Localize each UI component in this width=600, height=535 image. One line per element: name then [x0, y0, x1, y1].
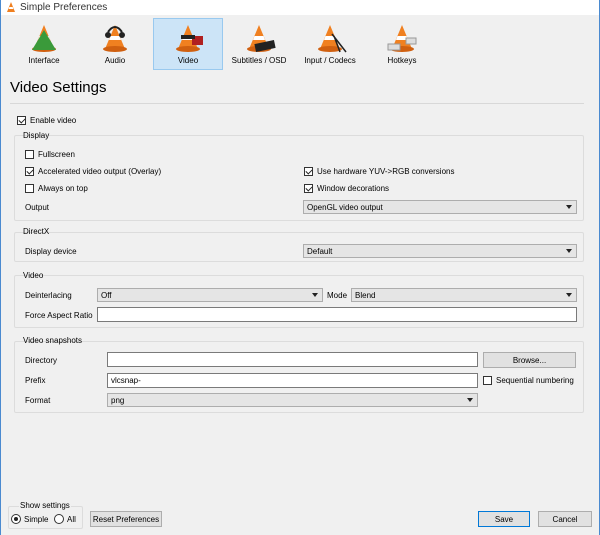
- mode-select[interactable]: Blend: [351, 288, 577, 302]
- checkbox-icon: [25, 150, 34, 159]
- browse-button[interactable]: Browse...: [483, 352, 576, 368]
- all-label: All: [67, 514, 76, 524]
- cancel-button[interactable]: Cancel: [538, 511, 592, 527]
- checkbox-icon: [304, 184, 313, 193]
- tab-video[interactable]: Video: [153, 18, 223, 70]
- prefix-value: vlcsnap-: [111, 376, 141, 385]
- checkbox-icon: [483, 376, 492, 385]
- directory-label: Directory: [25, 356, 58, 365]
- vlc-cone-input-codecs-icon: [318, 25, 347, 53]
- tab-hotkeys[interactable]: Hotkeys: [367, 18, 437, 70]
- mode-value: Blend: [355, 290, 376, 300]
- vlc-cone-subtitles-osd-icon: [247, 25, 276, 52]
- tab-subtitles-osd[interactable]: Subtitles / OSD: [224, 18, 294, 70]
- checkbox-icon: [304, 167, 313, 176]
- tab-label: Input / Codecs: [304, 56, 356, 65]
- directory-input[interactable]: [107, 352, 478, 367]
- sequential-numbering-checkbox[interactable]: Sequential numbering: [483, 376, 574, 385]
- vlc-cone-interface-icon: [32, 25, 56, 52]
- mode-label: Mode: [327, 291, 348, 300]
- chevron-down-icon: [467, 398, 473, 402]
- chevron-down-icon: [566, 293, 572, 297]
- tab-audio[interactable]: Audio: [80, 18, 150, 70]
- vlc-app-icon: [7, 2, 15, 12]
- radio-icon: [54, 514, 64, 524]
- deinterlacing-value: Off: [101, 290, 112, 300]
- tab-label: Audio: [104, 56, 126, 65]
- output-select[interactable]: OpenGL video output: [303, 200, 577, 214]
- reset-preferences-button[interactable]: Reset Preferences: [90, 511, 162, 527]
- divider: [10, 103, 584, 104]
- vlc-cone-audio-icon: [103, 25, 127, 52]
- tab-label: Video: [177, 56, 199, 65]
- window-decorations-label: Window decorations: [317, 184, 390, 193]
- tab-label: Hotkeys: [387, 56, 417, 65]
- window-title: Simple Preferences: [20, 1, 108, 13]
- deinterlacing-label: Deinterlacing: [25, 291, 72, 300]
- video-group-title: Video: [23, 271, 44, 280]
- vlc-cone-video-icon: [176, 25, 203, 52]
- chevron-down-icon: [566, 205, 572, 209]
- chevron-down-icon: [312, 293, 318, 297]
- snapshots-group-title: Video snapshots: [23, 336, 83, 345]
- fullscreen-label: Fullscreen: [38, 150, 75, 159]
- accelerated-output-checkbox[interactable]: Accelerated video output (Overlay): [25, 167, 161, 176]
- output-value: OpenGL video output: [307, 202, 383, 212]
- window-decorations-checkbox[interactable]: Window decorations: [304, 184, 389, 193]
- aspect-ratio-input[interactable]: [97, 307, 577, 322]
- always-on-top-label: Always on top: [38, 184, 88, 193]
- radio-icon: [11, 514, 21, 524]
- tab-interface[interactable]: Interface: [9, 18, 79, 70]
- always-on-top-checkbox[interactable]: Always on top: [25, 184, 88, 193]
- accelerated-label: Accelerated video output (Overlay): [38, 167, 162, 176]
- checkbox-icon: [17, 116, 26, 125]
- vlc-cone-hotkeys-icon: [387, 25, 417, 52]
- enable-video-label: Enable video: [30, 116, 77, 125]
- hw-yuv-checkbox[interactable]: Use hardware YUV->RGB conversions: [304, 167, 454, 176]
- all-radio[interactable]: All: [54, 514, 76, 524]
- title-bar: Simple Preferences: [1, 0, 599, 15]
- directx-group-title: DirectX: [23, 227, 50, 236]
- display-device-label: Display device: [25, 247, 77, 256]
- format-value: png: [111, 395, 125, 405]
- tab-input-codecs[interactable]: Input / Codecs: [295, 18, 365, 70]
- display-device-value: Default: [307, 246, 333, 256]
- page-title: Video Settings: [10, 79, 107, 96]
- checkbox-icon: [25, 167, 34, 176]
- prefix-label: Prefix: [25, 376, 46, 385]
- prefix-input[interactable]: vlcsnap-: [107, 373, 478, 388]
- deinterlacing-select[interactable]: Off: [97, 288, 323, 302]
- output-label: Output: [25, 203, 50, 212]
- display-group-title: Display: [23, 131, 50, 140]
- show-settings-title: Show settings: [19, 501, 71, 510]
- format-label: Format: [25, 396, 51, 405]
- enable-video-checkbox[interactable]: Enable video: [17, 116, 76, 125]
- hw-yuv-label: Use hardware YUV->RGB conversions: [317, 167, 455, 176]
- sequential-label: Sequential numbering: [496, 376, 574, 385]
- checkbox-icon: [25, 184, 34, 193]
- display-device-select[interactable]: Default: [303, 244, 577, 258]
- format-select[interactable]: png: [107, 393, 478, 407]
- tab-label: Interface: [28, 56, 60, 65]
- save-button[interactable]: Save: [478, 511, 530, 527]
- fullscreen-checkbox[interactable]: Fullscreen: [25, 150, 75, 159]
- chevron-down-icon: [566, 249, 572, 253]
- simple-label: Simple: [24, 514, 49, 524]
- aspect-ratio-label: Force Aspect Ratio: [25, 311, 93, 320]
- simple-radio[interactable]: Simple: [11, 514, 48, 524]
- tab-label: Subtitles / OSD: [231, 56, 287, 65]
